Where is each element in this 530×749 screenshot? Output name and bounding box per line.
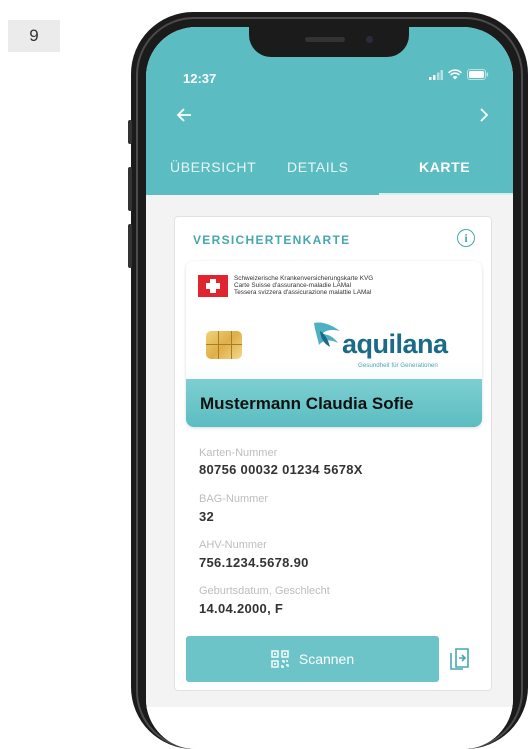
aquilana-tagline: Gesundheit für Generationen (358, 362, 438, 369)
tab-overview[interactable]: ÜBERSICHT (170, 159, 256, 175)
insurance-card-panel: VERSICHERTENKARTE i Schweizerische Krank… (174, 216, 492, 691)
tab-card[interactable]: KARTE (419, 159, 470, 175)
scan-button-label: Scannen (298, 651, 355, 667)
card-name-band: Mustermann Claudia Sofie (186, 379, 482, 427)
wifi-icon (448, 69, 462, 80)
step-badge: 9 (8, 20, 60, 52)
share-card-icon[interactable] (449, 645, 473, 671)
bag-number-value: 32 (199, 509, 215, 524)
ahv-number-value: 756.1234.5678.90 (199, 555, 309, 570)
aquilana-logo-icon (314, 322, 340, 347)
insurance-card: Schweizerische Krankenversicherungskarte… (186, 261, 482, 427)
bag-number-label: BAG-Nummer (199, 493, 269, 505)
status-time: 12:37 (183, 71, 217, 86)
card-header-text: Schweizerische Krankenversicherungskarte… (234, 275, 374, 297)
panel-title: VERSICHERTENKARTE (193, 233, 351, 247)
card-number-value: 80756 00032 01234 5678X (199, 462, 363, 477)
birthdate-gender-label: Geburtsdatum, Geschlecht (199, 585, 330, 597)
battery-icon (467, 69, 489, 80)
tab-details[interactable]: DETAILS (287, 159, 349, 175)
tab-bar: ÜBERSICHT DETAILS KARTE (146, 155, 513, 195)
app-header: 12:37 ÜBERSICHT DETAILS KARTE (146, 27, 513, 195)
signal-icon (429, 69, 443, 80)
chevron-right-icon[interactable] (479, 103, 489, 129)
card-holder-name: Mustermann Claudia Sofie (200, 394, 414, 413)
scan-button[interactable]: Scannen (186, 636, 439, 682)
card-number-label: Karten-Nummer (199, 447, 278, 459)
info-icon[interactable]: i (457, 229, 475, 247)
qr-code-icon (271, 650, 289, 668)
back-arrow-icon[interactable] (176, 103, 192, 129)
phone-screen: 12:37 ÜBERSICHT DETAILS KARTE VERSICHERT… (146, 27, 513, 749)
aquilana-logo-text: aquilana (342, 329, 448, 359)
swiss-flag-icon (198, 275, 228, 297)
phone-notch (249, 27, 409, 57)
bottom-area (146, 707, 513, 749)
ahv-number-label: AHV-Nummer (199, 539, 267, 551)
status-icons (429, 69, 489, 80)
card-chip-icon (206, 331, 242, 359)
main-content: VERSICHERTENKARTE i Schweizerische Krank… (146, 195, 513, 749)
birthdate-gender-value: 14.04.2000, F (199, 601, 284, 616)
phone-frame: 12:37 ÜBERSICHT DETAILS KARTE VERSICHERT… (128, 12, 528, 749)
